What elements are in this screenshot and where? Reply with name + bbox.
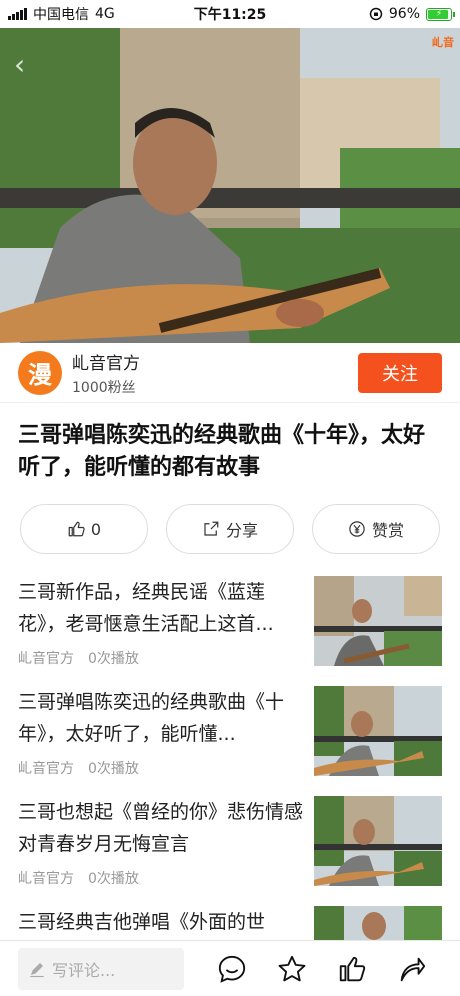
like-button[interactable]: 0 [20,504,148,554]
video-watermark: 乢音 [432,36,454,49]
list-item[interactable]: 三哥弹唱陈奕迅的经典歌曲《十年》，太好听了，能听懂... 乢音官方 0次播放 [0,686,460,796]
reward-button[interactable]: 赞赏 [312,504,440,554]
recommendation-list: 三哥新作品，经典民谣《蓝莲花》，老哥惬意生活配上这首... 乢音官方 0次播放 … [0,576,460,996]
share-icon [204,521,219,536]
list-item[interactable]: 三哥也想起《曾经的你》悲伤情感 对青春岁月无悔宣言 乢音官方 0次播放 [0,796,460,906]
orientation-lock-icon [369,7,383,21]
list-item-author: 乢音官方 [18,871,74,887]
bottom-bar: 写评论... [0,940,460,996]
yuan-coin-icon [349,521,365,537]
back-icon[interactable]: ‹ [14,48,25,81]
battery-icon: ⚡ [426,7,455,21]
status-right: 96% ⚡ [304,6,455,22]
carrier-name: 中国电信 [33,7,89,23]
thumbs-up-icon[interactable] [337,954,367,984]
status-left: 中国电信 4G [8,4,156,24]
list-item-meta: 乢音官方 0次播放 [18,868,304,888]
author-row: 漫 乢音官方 1000粉丝 关注 [0,343,460,403]
share-label: 分享 [225,521,258,540]
reward-label: 赞赏 [371,521,404,540]
author-fans: 1000粉丝 [72,379,136,396]
video-player[interactable]: ‹ 乢音 [0,28,460,343]
comment-icon[interactable] [217,954,247,984]
share-button[interactable]: 分享 [166,504,294,554]
pencil-icon [30,962,44,977]
list-item-thumbnail [314,796,442,886]
comment-placeholder: 写评论... [52,960,116,980]
list-item-title: 三哥新作品，经典民谣《蓝莲花》，老哥惬意生活配上这首... [18,581,274,635]
comment-input[interactable]: 写评论... [18,947,184,990]
list-item-text: 三哥新作品，经典民谣《蓝莲花》，老哥惬意生活配上这首... 乢音官方 0次播放 [18,576,314,686]
list-item-meta: 乢音官方 0次播放 [18,758,304,778]
signal-icon [8,8,27,20]
list-item-title: 三哥也想起《曾经的你》悲伤情感 对青春岁月无悔宣言 [18,801,304,855]
list-item[interactable]: 三哥新作品，经典民谣《蓝莲花》，老哥惬意生活配上这首... 乢音官方 0次播放 [0,576,460,686]
list-item-author: 乢音官方 [18,761,74,777]
list-item-title: 三哥弹唱陈奕迅的经典歌曲《十年》，太好听了，能听懂... [18,691,285,745]
list-item-plays: 0次播放 [88,871,139,887]
list-item-plays: 0次播放 [88,761,139,777]
author-name[interactable]: 乢音官方 [72,349,358,374]
status-time: 下午11:25 [193,7,267,23]
share-arrow-icon[interactable] [397,954,427,984]
action-buttons: 0 分享 赞赏 [20,504,440,554]
bottom-actions [202,954,442,984]
list-item-thumbnail [314,576,442,666]
video-title: 三哥弹唱陈奕迅的经典歌曲《十年》，太好听了，能听懂的都有故事 [18,423,426,480]
author-info: 乢音官方 1000粉丝 [72,349,358,397]
network-type: 4G [95,6,115,22]
list-item-author: 乢音官方 [18,651,74,667]
list-item-plays: 0次播放 [88,651,139,667]
list-item-text: 三哥弹唱陈奕迅的经典歌曲《十年》，太好听了，能听懂... 乢音官方 0次播放 [18,686,314,796]
video-frame [0,28,460,343]
battery-percent: 96% [388,6,420,22]
like-count: 0 [90,519,102,539]
list-item-meta: 乢音官方 0次播放 [18,648,304,668]
thumbs-up-icon [68,521,85,537]
star-icon[interactable] [277,954,307,984]
list-item-text: 三哥也想起《曾经的你》悲伤情感 对青春岁月无悔宣言 乢音官方 0次播放 [18,796,314,906]
status-bar: 中国电信 4G 下午11:25 96% ⚡ [0,0,460,28]
follow-button[interactable]: 关注 [358,352,442,393]
list-item-thumbnail [314,686,442,776]
author-avatar[interactable]: 漫 [18,350,62,395]
